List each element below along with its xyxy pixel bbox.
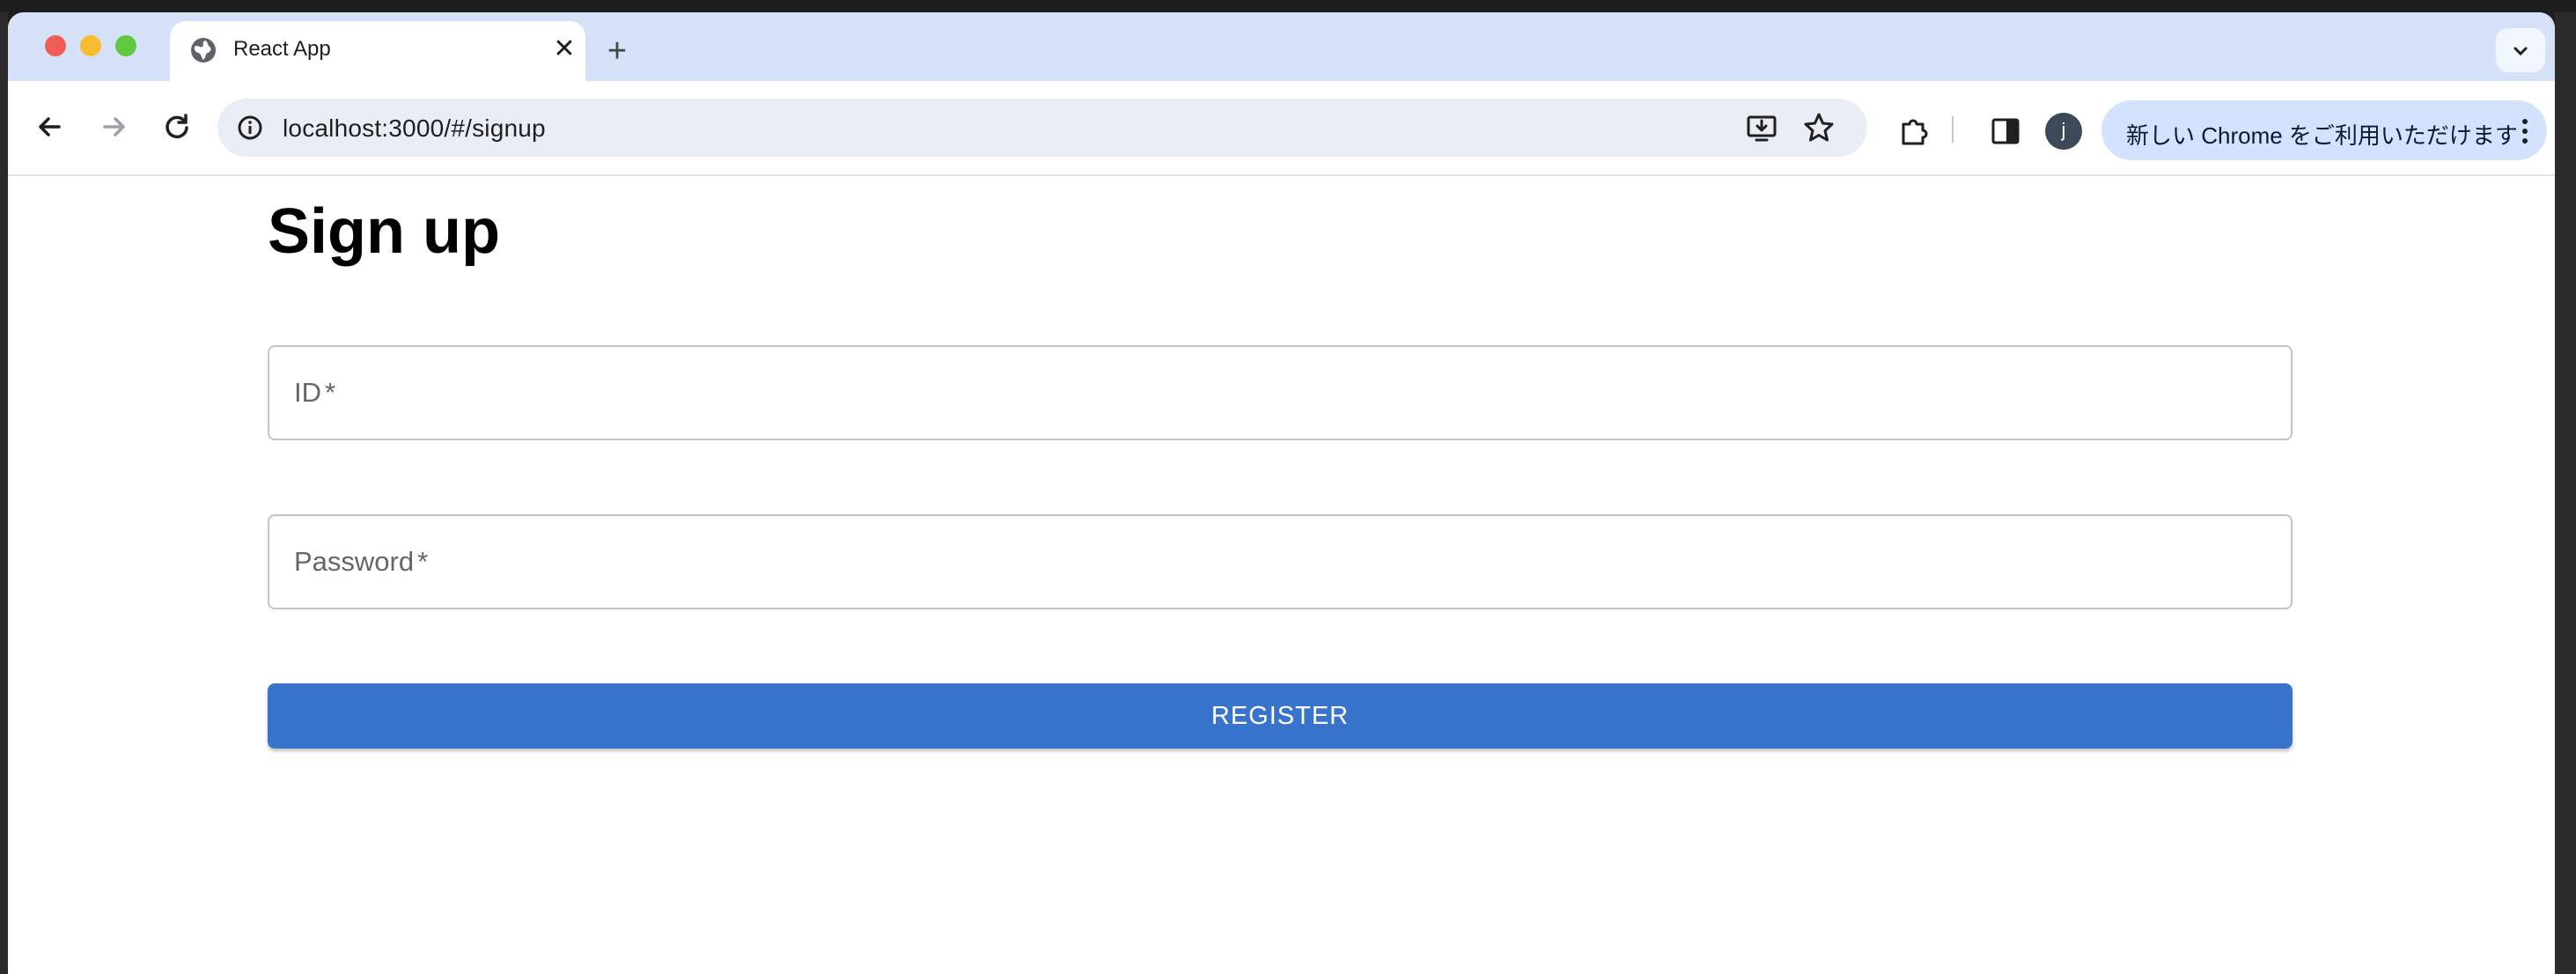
- required-mark: *: [417, 546, 429, 577]
- tab-title: React App: [233, 37, 331, 61]
- reload-button[interactable]: [156, 106, 198, 148]
- register-button[interactable]: REGISTER: [268, 683, 2293, 749]
- back-button[interactable]: [29, 106, 71, 148]
- toolbar-divider: [1952, 116, 1954, 143]
- id-input[interactable]: ID *: [268, 345, 2293, 440]
- id-field-label: ID *: [294, 377, 336, 408]
- side-panel-icon[interactable]: [1991, 116, 2020, 146]
- window-close-button[interactable]: [45, 35, 66, 56]
- tab-close-icon[interactable]: ✕: [547, 32, 582, 67]
- site-info-icon[interactable]: [237, 114, 263, 141]
- background-desktop: [0, 0, 2576, 12]
- extensions-puzzle-icon[interactable]: [1897, 114, 1931, 148]
- profile-avatar[interactable]: j: [2045, 113, 2082, 150]
- browser-toolbar: localhost:3000/#/signup j 新しい Chrome をご利…: [8, 81, 2555, 176]
- window-maximize-button[interactable]: [115, 35, 136, 56]
- chevron-down-icon: [2513, 47, 2528, 56]
- arrow-left-icon: [39, 117, 61, 137]
- arrow-right-icon: [103, 117, 125, 137]
- address-bar[interactable]: localhost:3000/#/signup: [217, 99, 1867, 157]
- required-mark: *: [325, 377, 336, 408]
- tab-search-button[interactable]: [2496, 28, 2545, 72]
- forward-button[interactable]: [92, 106, 135, 148]
- chrome-update-button[interactable]: 新しい Chrome をご利用いただけます: [2101, 100, 2547, 160]
- update-chip-label: 新しい Chrome をご利用いただけます: [2126, 122, 2518, 149]
- browser-window: React App ✕ + localhost:3000/#/signup j …: [8, 12, 2555, 974]
- new-tab-button[interactable]: +: [598, 33, 637, 72]
- more-vert-icon[interactable]: [2519, 116, 2531, 146]
- globe-icon: [189, 36, 217, 64]
- background-window-edge: [2555, 12, 2576, 974]
- reload-icon: [166, 114, 188, 139]
- password-field-label: Password *: [294, 546, 429, 577]
- page-title: Sign up: [268, 196, 500, 267]
- install-app-icon[interactable]: [1746, 113, 1777, 144]
- window-minimize-button[interactable]: [80, 35, 101, 56]
- tab-strip: React App ✕ +: [8, 12, 2555, 81]
- bookmark-star-icon[interactable]: [1802, 111, 1836, 144]
- background-window-edge: [0, 12, 8, 974]
- page-content: Sign up ID * Password * REGISTER: [8, 176, 2555, 974]
- url-text[interactable]: localhost:3000/#/signup: [283, 114, 546, 143]
- password-input[interactable]: Password *: [268, 514, 2293, 609]
- tab-react-app[interactable]: React App ✕: [170, 21, 585, 81]
